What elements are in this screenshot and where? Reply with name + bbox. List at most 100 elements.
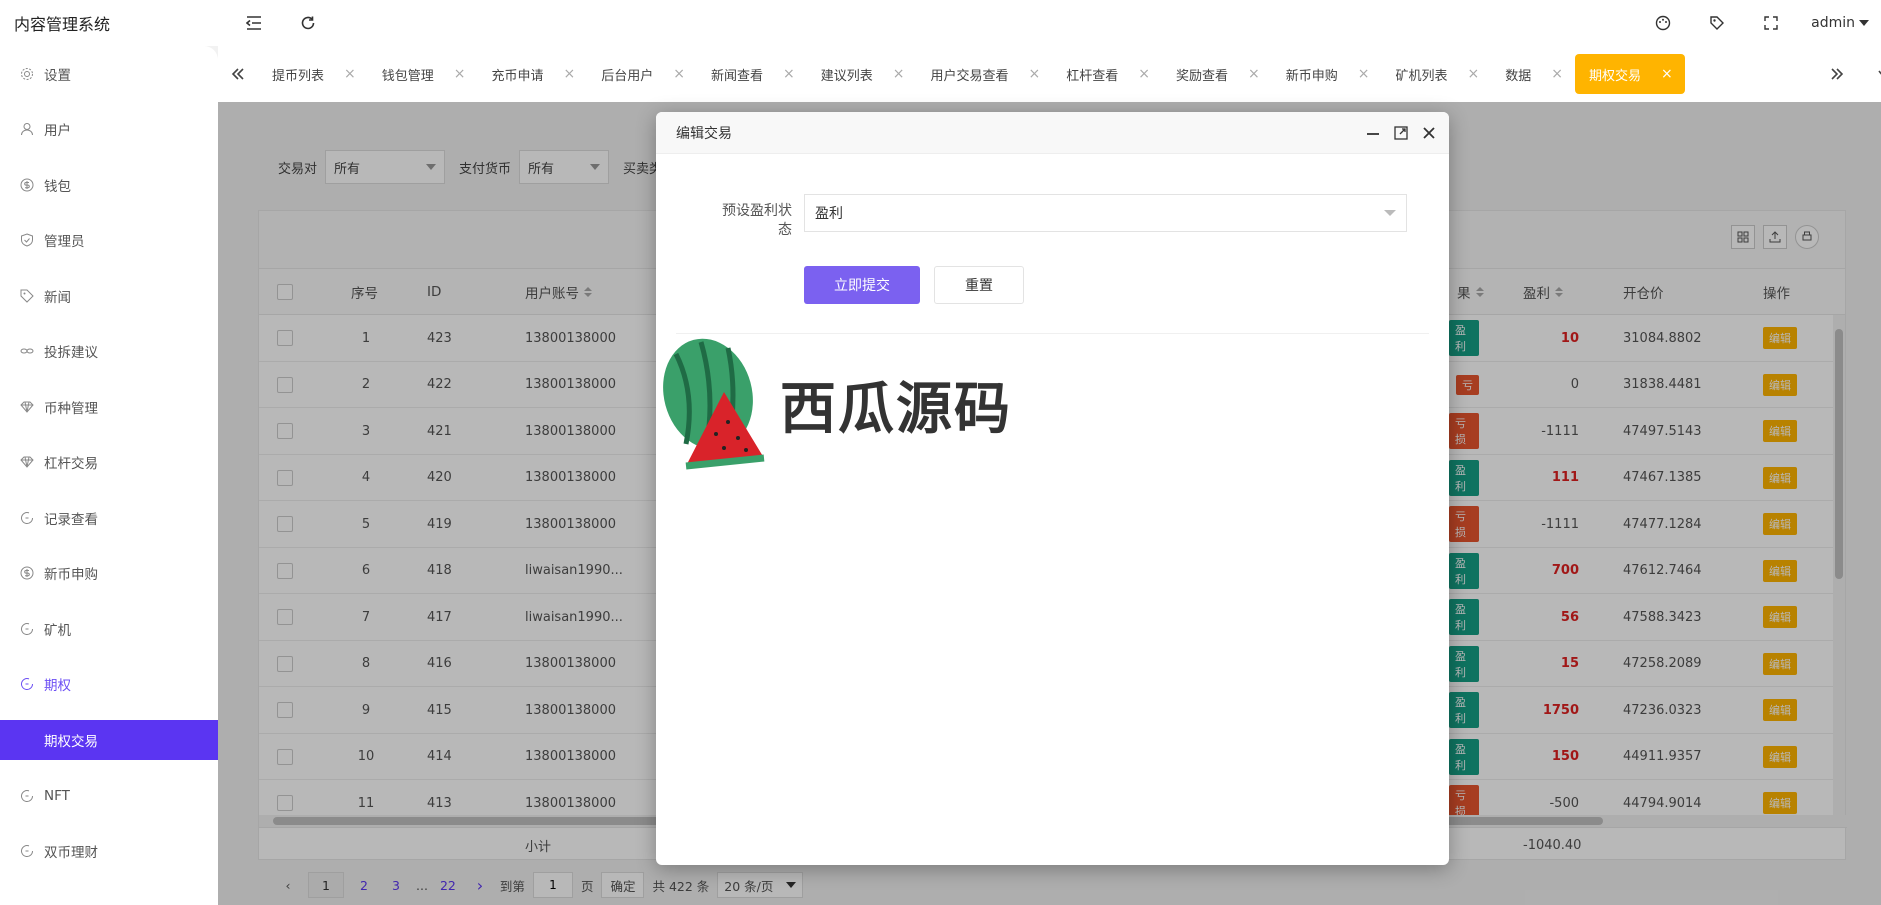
close-icon[interactable]: × bbox=[564, 66, 576, 82]
watermark: 西瓜源码 bbox=[656, 334, 1012, 474]
chevron-down-icon bbox=[1384, 210, 1396, 216]
tab-10[interactable]: 矿机列表 × bbox=[1382, 54, 1492, 94]
close-icon[interactable]: × bbox=[783, 66, 795, 82]
tabs-dropdown-icon[interactable] bbox=[1871, 46, 1881, 102]
history-icon bbox=[20, 677, 34, 691]
sidebar-item-label: 投拆建议 bbox=[44, 345, 98, 362]
close-icon[interactable]: × bbox=[344, 66, 356, 82]
close-icon[interactable]: × bbox=[1468, 66, 1480, 82]
preset-profit-select[interactable]: 盈利 bbox=[804, 194, 1407, 232]
sidebar-item-label: NFT bbox=[44, 787, 70, 804]
tab-1[interactable]: 钱包管理 × bbox=[368, 54, 478, 94]
tab-12[interactable]: 期权交易 × bbox=[1575, 54, 1685, 94]
close-icon[interactable]: × bbox=[1358, 66, 1370, 82]
tab-7[interactable]: 杠杆查看 × bbox=[1052, 54, 1162, 94]
sidebar-item-3[interactable]: 管理员 bbox=[0, 213, 218, 269]
sidebar-item-10[interactable]: 矿机 bbox=[0, 601, 218, 657]
sidebar-item-8[interactable]: 记录查看 bbox=[0, 490, 218, 546]
tab-label: 矿机列表 bbox=[1395, 68, 1448, 84]
close-icon[interactable]: × bbox=[1661, 66, 1673, 82]
tabs-scroll-left-icon[interactable] bbox=[218, 46, 258, 102]
reset-button[interactable]: 重置 bbox=[934, 266, 1024, 304]
sidebar-item-2[interactable]: 钱包 bbox=[0, 157, 218, 213]
shield-icon bbox=[20, 233, 34, 247]
maximize-icon[interactable] bbox=[1393, 125, 1409, 141]
caret-down-icon bbox=[1859, 20, 1869, 26]
sidebar-item-4[interactable]: 新闻 bbox=[0, 268, 218, 324]
sidebar-item-7[interactable]: 杠杆交易 bbox=[0, 435, 218, 491]
tab-2[interactable]: 充币申请 × bbox=[478, 54, 588, 94]
tab-5[interactable]: 建议列表 × bbox=[807, 54, 917, 94]
tab-0[interactable]: 提币列表 × bbox=[258, 54, 368, 94]
diamond-icon bbox=[20, 400, 34, 414]
close-icon[interactable]: × bbox=[1551, 66, 1563, 82]
tab-9[interactable]: 新币申购 × bbox=[1272, 54, 1382, 94]
history-icon bbox=[20, 844, 34, 858]
tab-11[interactable]: 数据 × bbox=[1491, 54, 1575, 94]
close-icon[interactable]: × bbox=[454, 66, 466, 82]
sidebar-item-6[interactable]: 币种管理 bbox=[0, 379, 218, 435]
dollar-icon bbox=[20, 178, 34, 192]
palette-icon[interactable] bbox=[1649, 9, 1677, 37]
tab-label: 杠杆查看 bbox=[1066, 68, 1119, 84]
watermark-text: 西瓜源码 bbox=[780, 376, 1012, 442]
submit-button[interactable]: 立即提交 bbox=[804, 266, 920, 304]
tabs-scroll-right-icon[interactable] bbox=[1817, 46, 1857, 102]
tab-label: 新闻查看 bbox=[711, 68, 764, 84]
sidebar-item-label: 用户 bbox=[44, 123, 71, 140]
refresh-icon[interactable] bbox=[294, 9, 322, 37]
sidebar: 设置用户钱包管理员新闻投拆建议币种管理杠杆交易记录查看新币申购矿机期权 期权交易… bbox=[0, 46, 218, 905]
fullscreen-icon[interactable] bbox=[1757, 9, 1785, 37]
user-menu[interactable]: admin bbox=[1811, 15, 1869, 31]
tab-4[interactable]: 新闻查看 × bbox=[697, 54, 807, 94]
close-icon[interactable]: × bbox=[1138, 66, 1150, 82]
close-icon[interactable]: × bbox=[1248, 66, 1260, 82]
sidebar-subitem-options-trade[interactable]: 期权交易 bbox=[0, 720, 218, 760]
tab-label: 奖励查看 bbox=[1176, 68, 1229, 84]
close-icon[interactable]: × bbox=[1029, 66, 1041, 82]
app-title: 内容管理系统 bbox=[14, 15, 111, 34]
sidebar-item-label: 杠杆交易 bbox=[44, 456, 98, 473]
sidebar-item-label: 双币理财 bbox=[44, 845, 98, 862]
sidebar-item-11[interactable]: 期权 bbox=[0, 657, 218, 713]
minimize-icon[interactable] bbox=[1365, 125, 1381, 141]
modal-title: 编辑交易 bbox=[676, 125, 732, 142]
sidebar-item-label: 管理员 bbox=[44, 234, 85, 251]
gear-icon bbox=[20, 67, 34, 81]
edit-trade-modal: 编辑交易 预设盈利状态 盈利 立即提交 重置 西瓜源码 bbox=[656, 112, 1449, 865]
user-icon bbox=[20, 122, 34, 136]
sidebar-item-label: 新闻 bbox=[44, 289, 71, 306]
close-icon[interactable] bbox=[1421, 125, 1437, 141]
modal-header: 编辑交易 bbox=[656, 112, 1449, 154]
sidebar-item-1[interactable]: 用户 bbox=[0, 102, 218, 158]
tag-icon bbox=[20, 289, 34, 303]
sidebar-item-0[interactable]: 设置 bbox=[0, 46, 218, 102]
tab-label: 提币列表 bbox=[272, 68, 325, 84]
sidebar-item-after-1[interactable]: 双币理财 bbox=[0, 824, 218, 880]
history-icon bbox=[20, 789, 34, 803]
sidebar-item-label: 币种管理 bbox=[44, 400, 98, 417]
sidebar-item-after-0[interactable]: NFT bbox=[0, 768, 218, 824]
sidebar-item-5[interactable]: 投拆建议 bbox=[0, 324, 218, 380]
close-icon[interactable]: × bbox=[673, 66, 685, 82]
tab-label: 建议列表 bbox=[820, 68, 873, 84]
dollar-icon bbox=[20, 566, 34, 580]
diamond-icon bbox=[20, 455, 34, 469]
tab-6[interactable]: 用户交易查看 × bbox=[917, 54, 1053, 94]
tag-icon[interactable] bbox=[1703, 9, 1731, 37]
sidebar-item-label: 记录查看 bbox=[44, 511, 98, 528]
sidebar-item-label: 矿机 bbox=[44, 622, 71, 639]
tab-3[interactable]: 后台用户 × bbox=[587, 54, 697, 94]
preset-profit-value: 盈利 bbox=[815, 206, 843, 222]
tab-label: 后台用户 bbox=[601, 68, 654, 84]
tab-label: 新币申购 bbox=[1285, 68, 1338, 84]
sidebar-item-label: 设置 bbox=[44, 67, 71, 84]
tabs-bar: 提币列表 × 钱包管理 × 充币申请 × 后台用户 × 新闻查看 × 建议列表 × 用户交易查看 × 杠杆查… bbox=[218, 46, 1881, 102]
preset-profit-label: 预设盈利状态 bbox=[722, 203, 792, 238]
sidebar-item-9[interactable]: 新币申购 bbox=[0, 546, 218, 602]
tab-label: 期权交易 bbox=[1589, 68, 1642, 84]
watermelon-logo bbox=[663, 338, 765, 470]
close-icon[interactable]: × bbox=[893, 66, 905, 82]
tab-8[interactable]: 奖励查看 × bbox=[1162, 54, 1272, 94]
menu-fold-icon[interactable] bbox=[240, 9, 268, 37]
